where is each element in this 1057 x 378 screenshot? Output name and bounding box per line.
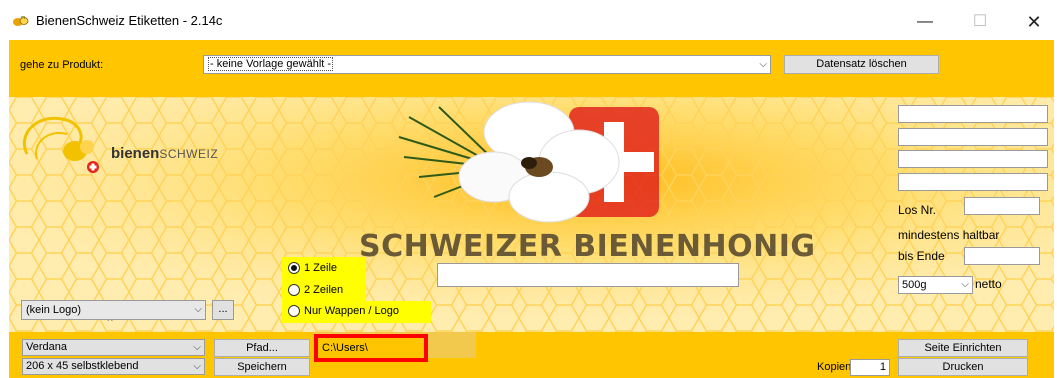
radio-unchecked-icon [288, 305, 300, 317]
flower-with-bee-image [398, 101, 620, 223]
address-line-3-input[interactable] [898, 150, 1048, 168]
title-bar: BienenSchweiz Etiketten - 2.14c — ☐ ✕ [0, 0, 1057, 40]
net-label: netto [975, 277, 1002, 291]
address-line-4-input[interactable] [898, 173, 1048, 191]
lot-number-label: Los Nr. [898, 203, 937, 217]
window-title: BienenSchweiz Etiketten - 2.14c [36, 13, 223, 28]
label-format-dropdown[interactable]: 206 x 45 selbstklebend ⌵ [22, 358, 205, 375]
until-end-label: bis Ende [898, 249, 945, 263]
best-before-input[interactable] [964, 247, 1040, 265]
lot-number-input[interactable] [964, 197, 1040, 215]
delete-record-button[interactable]: Datensatz löschen [784, 55, 939, 74]
address-line-2-input[interactable] [898, 128, 1048, 146]
copies-input[interactable]: 1 [850, 359, 890, 376]
product-dropdown-value: - keine Vorlage gewählt - [208, 57, 334, 71]
goto-product-label: gehe zu Produkt: [20, 59, 104, 71]
path-field[interactable]: C:\Users\ [314, 334, 428, 362]
radio-checked-icon [288, 262, 300, 274]
address-line-1-input[interactable] [898, 105, 1048, 123]
product-toolbar: gehe zu Produkt: - keine Vorlage gewählt… [9, 40, 1054, 97]
bienenschweiz-logo: bienenSCHWEIZ [17, 109, 232, 179]
label-format-value: 206 x 45 selbstklebend [26, 360, 139, 372]
save-button[interactable]: Speichern [214, 358, 310, 376]
radio-unchecked-icon [288, 284, 300, 296]
best-before-label: mindestens haltbar [898, 228, 1000, 242]
line-mode-radio-group: 1 Zeile 2 Zeilen Nur Wappen / Logo [282, 257, 431, 326]
print-button[interactable]: Drucken [898, 358, 1028, 376]
weight-dropdown-value: 500g [902, 279, 927, 291]
page-setup-button[interactable]: Seite Einrichten [898, 339, 1028, 357]
product-dropdown[interactable]: - keine Vorlage gewählt - ⌵ [203, 55, 771, 74]
weight-dropdown[interactable]: 500g ⌵ [898, 276, 973, 294]
close-button[interactable]: ✕ [1014, 8, 1054, 36]
logo-dropdown-value: (kein Logo) [26, 304, 82, 316]
font-dropdown[interactable]: Verdana ⌵ [22, 339, 205, 356]
radio-label: 2 Zeilen [304, 284, 344, 296]
browse-logo-button[interactable]: ... [212, 300, 234, 320]
font-dropdown-value: Verdana [26, 341, 67, 353]
chevron-down-icon: ⌵ [961, 279, 969, 290]
bee-logo-icon [23, 116, 99, 173]
logo-wordmark: bienenSCHWEIZ [111, 145, 218, 162]
radio-option-1-zeile[interactable]: 1 Zeile [288, 262, 337, 274]
chevron-down-icon: ⌵ [193, 361, 201, 372]
maximize-button[interactable]: ☐ [960, 8, 1000, 36]
radio-option-2-zeilen[interactable]: 2 Zeilen [288, 284, 343, 296]
radio-label: Nur Wappen / Logo [304, 305, 399, 317]
copies-label: Kopien [817, 361, 852, 373]
bottom-toolbar: Verdana ⌵ 206 x 45 selbstklebend ⌵ Pfad.… [9, 332, 1054, 378]
logo-dropdown[interactable]: (kein Logo) ⌵ [21, 300, 206, 320]
path-button[interactable]: Pfad... [214, 339, 310, 357]
minimize-button[interactable]: — [905, 8, 945, 36]
product-text-input[interactable] [437, 263, 739, 287]
label-preview: bienenSCHWEIZ SCHWEIZER BIENENHONIG Los … [9, 97, 1054, 332]
radio-label: 1 Zeile [304, 262, 338, 274]
logo-word-bold: bienen [111, 145, 160, 162]
logo-word-light: SCHWEIZ [159, 147, 219, 161]
bee-app-icon [13, 16, 29, 26]
chevron-down-icon: ⌵ [194, 304, 202, 315]
chevron-down-icon: ⌵ [193, 342, 201, 353]
chevron-down-icon: ⌵ [759, 59, 767, 70]
radio-option-nur-wappen[interactable]: Nur Wappen / Logo [288, 305, 399, 317]
